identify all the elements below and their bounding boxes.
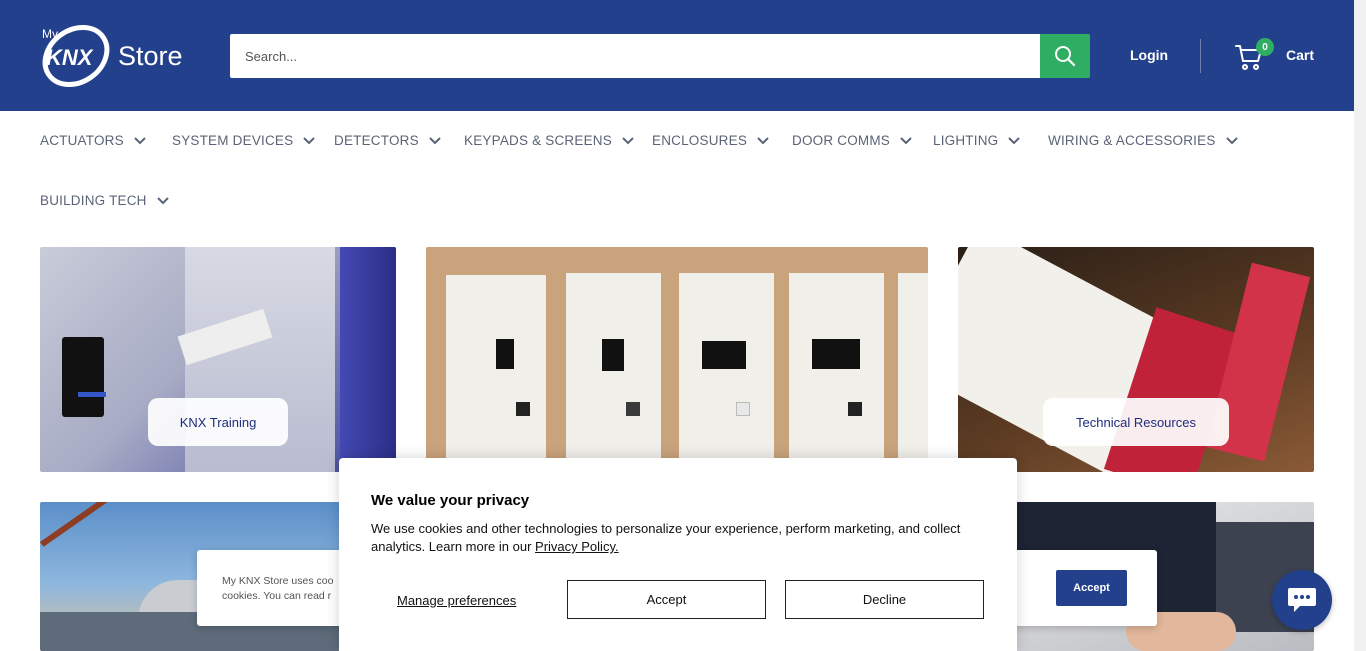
privacy-policy-link[interactable]: Privacy Policy. [535,539,619,554]
nav-item-enclosures[interactable]: ENCLOSURES [652,133,769,148]
tile-image-panel [898,273,928,472]
chevron-down-icon [303,136,316,144]
tile-image-screen [702,341,746,369]
privacy-modal: We value your privacy We use cookies and… [339,458,1017,651]
nav-item-keypads-screens[interactable]: KEYPADS & SCREENS [464,133,634,148]
chevron-down-icon [134,136,146,144]
nav-item-label: BUILDING TECH [40,193,147,208]
knx-store-logo[interactable]: My KNX Store [38,18,198,92]
privacy-body-text: We use cookies and other technologies to… [371,521,961,554]
nav-item-building-tech[interactable]: BUILDING TECH [40,193,169,208]
login-link[interactable]: Login [1130,47,1168,63]
privacy-decline-button[interactable]: Decline [785,580,984,619]
nav-item-label: WIRING & ACCESSORIES [1048,133,1216,148]
tile-image-screen [602,339,624,371]
nav-item-lighting[interactable]: LIGHTING [933,133,1021,148]
chevron-down-icon [622,136,634,144]
site-header: My KNX Store Login 0 Cart [0,0,1354,111]
tile-label-technical-resources[interactable]: Technical Resources [1043,398,1229,446]
shop-cookie-text-line1: My KNX Store uses coo [222,575,334,587]
tile-image-panel [566,273,661,472]
cart-link[interactable]: 0 Cart [1234,38,1324,74]
logo-my-text: My [42,27,58,41]
tile-image-bridge [40,502,109,547]
chat-icon [1288,588,1316,612]
tile-image-led [78,392,106,397]
tile-image-panel [679,273,774,472]
tile-image-switch [736,402,750,416]
page-scrollbar[interactable] [1354,0,1366,651]
chevron-down-icon [757,136,769,144]
tile-image-switch [516,402,530,416]
chat-button[interactable] [1272,570,1332,630]
nav-item-wiring-accessories[interactable]: WIRING & ACCESSORIES [1048,133,1238,148]
nav-item-label: ENCLOSURES [652,133,748,148]
nav-item-label: ACTUATORS [40,133,124,148]
chevron-down-icon [156,196,169,204]
nav-item-label: KEYPADS & SCREENS [464,133,612,148]
nav-item-label: SYSTEM DEVICES [172,133,294,148]
manage-preferences-link[interactable]: Manage preferences [397,593,516,608]
cart-count-badge: 0 [1256,38,1274,56]
tile-image-blue-light [340,247,396,472]
tile-image-panel [446,275,546,472]
privacy-body: We use cookies and other technologies to… [371,520,971,556]
search-button[interactable] [1040,34,1090,78]
tile-image-screen [496,339,514,369]
nav-item-label: DOOR COMMS [792,133,890,148]
nav-item-detectors[interactable]: DETECTORS [334,133,441,148]
privacy-accept-button[interactable]: Accept [567,580,766,619]
tile-image-device [62,337,104,417]
tile-showroom[interactable] [426,247,928,472]
search-bar [230,34,1090,78]
tile-knx-training[interactable]: KNX Training [40,247,396,472]
chevron-down-icon [900,136,912,144]
tile-label-knx-training[interactable]: KNX Training [148,398,288,446]
shop-cookie-text: My KNX Store uses coo cookies. You can r… [222,574,352,604]
shop-cookie-accept-button[interactable]: Accept [1056,570,1127,606]
tile-technical-resources[interactable]: Technical Resources [958,247,1314,472]
cart-label: Cart [1286,47,1315,63]
nav-item-label: DETECTORS [334,133,419,148]
tile-image-switch [848,402,862,416]
logo-store-text: Store [118,41,183,71]
nav-item-actuators[interactable]: ACTUATORS [40,133,146,148]
tile-image-panel [789,273,884,472]
privacy-title: We value your privacy [371,492,530,509]
tile-image-switch [626,402,640,416]
search-icon [1055,46,1076,67]
nav-item-label: LIGHTING [933,133,999,148]
search-input[interactable] [230,34,1040,78]
header-divider [1200,39,1201,73]
chevron-down-icon [429,136,441,144]
logo-knx-text: KNX [46,45,94,70]
chevron-down-icon [1008,136,1021,144]
tile-image-screen [812,339,860,369]
shop-cookie-text-line2: cookies. You can read r [222,590,332,602]
nav-item-system-devices[interactable]: SYSTEM DEVICES [172,133,316,148]
chevron-down-icon [1225,136,1238,144]
nav-item-door-comms[interactable]: DOOR COMMS [792,133,912,148]
